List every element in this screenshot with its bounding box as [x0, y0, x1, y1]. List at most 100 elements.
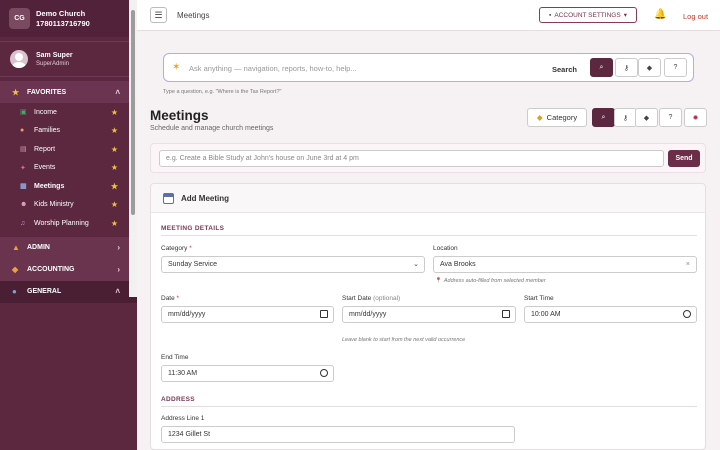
church-name: Demo Church: [36, 8, 86, 18]
bug-report-button[interactable]: ✹: [684, 108, 707, 127]
send-button[interactable]: Send: [668, 150, 700, 167]
date-label: Date *: [161, 295, 179, 302]
section-label: ADMIN: [27, 244, 50, 251]
category-label: Category *: [161, 245, 192, 252]
section-label: FAVORITES: [27, 88, 67, 96]
page-search-button[interactable]: ⌕: [592, 108, 615, 127]
start-date-label-text: Start Date: [342, 295, 372, 302]
sidebar-item-worship-planning[interactable]: ♫ Worship Planning ★: [0, 214, 137, 233]
sidebar-section-general[interactable]: ● GENERAL ˄: [0, 280, 137, 303]
clock-icon[interactable]: [320, 369, 328, 377]
user-role: SuperAdmin: [36, 60, 70, 67]
sidebar-item-label: Report: [34, 145, 56, 153]
chart-icon: ◆: [643, 114, 650, 122]
account-settings-button[interactable]: ▪ ACCOUNT SETTINGS ▾: [539, 7, 637, 23]
start-date-note: Leave blank to start from the next valid…: [342, 337, 466, 343]
navigate-mode-button[interactable]: ⚷: [615, 58, 638, 77]
address1-input[interactable]: 1234 Gillet St: [161, 426, 515, 443]
start-date-input[interactable]: mm/dd/yyyy: [342, 306, 516, 323]
star-icon: ★: [12, 87, 20, 97]
music-icon: ♫: [20, 219, 26, 227]
calendar-icon[interactable]: [502, 310, 510, 318]
divider: [161, 406, 697, 407]
meeting-details-header: MEETING DETAILS: [161, 225, 225, 232]
church-logo: CG: [9, 8, 30, 29]
favorite-star-icon[interactable]: ★: [111, 163, 118, 172]
bell-icon[interactable]: 🔔: [654, 9, 666, 20]
start-time-input[interactable]: 10:00 AM: [524, 306, 697, 323]
location-field[interactable]: Ava Brooks ×: [433, 256, 697, 273]
end-time-input[interactable]: 11:30 AM: [161, 365, 334, 382]
category-button-label: Category: [546, 113, 578, 122]
search-mode-button[interactable]: ⌕: [590, 58, 613, 77]
favorite-star-icon[interactable]: ★: [111, 145, 118, 154]
admin-icon: ▲: [12, 243, 20, 252]
page-help-button[interactable]: ?: [659, 108, 682, 127]
sidebar-scrollbar[interactable]: [129, 0, 137, 297]
kids-icon: ☻: [20, 201, 28, 209]
sidebar-item-label: Worship Planning: [34, 219, 89, 227]
sidebar-section-favorites[interactable]: ★ FAVORITES ˄: [0, 81, 137, 103]
menu-toggle-button[interactable]: ☰: [150, 7, 167, 23]
favorite-star-icon[interactable]: ★: [111, 182, 118, 191]
favorite-star-icon[interactable]: ★: [111, 219, 118, 228]
chevron-up-icon: ˄: [115, 87, 120, 97]
command-bar: e.g. Create a Bible Study at John's hous…: [150, 143, 706, 173]
optional-marker: (optional): [373, 295, 401, 302]
start-time-value: 10:00 AM: [531, 311, 561, 318]
income-icon: ▣: [20, 109, 27, 117]
page-report-button[interactable]: ◆: [635, 108, 658, 127]
families-icon: ●: [20, 127, 25, 135]
events-icon: ✦: [20, 164, 26, 172]
favorite-star-icon[interactable]: ★: [111, 108, 118, 117]
address1-label: Address Line 1: [161, 415, 205, 422]
sidebar-section-accounting[interactable]: ◆ ACCOUNTING ›: [0, 258, 137, 281]
card-title: Add Meeting: [181, 193, 229, 203]
user-name: Sam Super: [36, 51, 73, 59]
favorite-star-icon[interactable]: ★: [111, 126, 118, 135]
ask-input[interactable]: Ask anything — navigation, reports, how-…: [189, 64, 357, 73]
sidebar-item-families[interactable]: ● Families ★: [0, 122, 137, 141]
section-label: GENERAL: [27, 288, 62, 295]
start-date-value: mm/dd/yyyy: [349, 311, 387, 318]
start-time-label: Start Time: [524, 295, 554, 302]
date-input[interactable]: mm/dd/yyyy: [161, 306, 334, 323]
sidebar-section-admin[interactable]: ▲ ADMIN ›: [0, 236, 137, 259]
category-button[interactable]: ◆ Category: [527, 108, 587, 127]
scrollbar-thumb[interactable]: [131, 10, 135, 215]
caret-down-icon: ▾: [623, 12, 627, 19]
command-input[interactable]: e.g. Create a Bible Study at John's hous…: [159, 150, 664, 167]
card-header: Add Meeting: [151, 184, 705, 213]
logout-link[interactable]: Log out: [683, 12, 708, 21]
address1-value: 1234 Gillet St: [168, 431, 211, 438]
report-mode-button[interactable]: ◆: [638, 58, 661, 77]
chevron-right-icon: ›: [117, 243, 120, 252]
clear-icon[interactable]: ×: [686, 257, 690, 272]
sidebar-item-meetings[interactable]: ▦ Meetings ★: [0, 177, 137, 196]
category-select[interactable]: Sunday Service ⌄: [161, 256, 425, 273]
chevron-down-icon: ⌄: [413, 261, 419, 268]
sidebar-item-label: Families: [34, 127, 61, 135]
sidebar-item-report[interactable]: ▤ Report ★: [0, 140, 137, 159]
location-value: Ava Brooks: [440, 261, 476, 268]
search-button[interactable]: Search: [552, 65, 577, 74]
add-meeting-card: Add Meeting MEETING DETAILS Category * S…: [150, 183, 706, 450]
calendar-icon[interactable]: [320, 310, 328, 318]
help-mode-button[interactable]: ?: [664, 58, 687, 77]
meetings-icon: ▦: [20, 183, 27, 191]
user-panel[interactable]: Sam Super SuperAdmin: [0, 41, 137, 77]
sidebar-item-kids-ministry[interactable]: ☻ Kids Ministry ★: [0, 196, 137, 215]
sidebar-item-label: Kids Ministry: [34, 201, 74, 209]
favorite-star-icon[interactable]: ★: [111, 200, 118, 209]
sidebar-header[interactable]: CG Demo Church 1780113716790: [0, 0, 137, 37]
church-id: 1780113716790: [36, 18, 90, 28]
sidebar-item-income[interactable]: ▣ Income ★: [0, 103, 137, 122]
sidebar: CG Demo Church 1780113716790 Sam Super S…: [0, 0, 137, 450]
clock-icon[interactable]: [683, 310, 691, 318]
page-navigate-button[interactable]: ⚷: [614, 108, 637, 127]
sidebar-item-events[interactable]: ✦ Events ★: [0, 159, 137, 178]
briefcase-icon: ▪: [549, 11, 552, 19]
date-label-text: Date: [161, 295, 175, 302]
chevron-right-icon: ›: [117, 265, 120, 274]
page-subtitle: Schedule and manage church meetings: [150, 125, 274, 132]
